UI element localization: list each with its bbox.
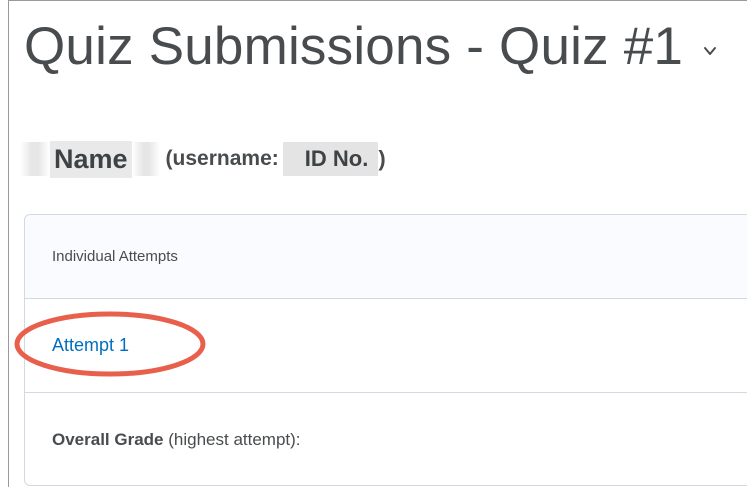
page-title-row: Quiz Submissions - Quiz #1 bbox=[24, 16, 717, 77]
attempts-header-row: Individual Attempts bbox=[25, 215, 747, 299]
overall-grade-title: Overall Grade bbox=[52, 429, 164, 449]
attempt-1-link[interactable]: Attempt 1 bbox=[52, 335, 129, 356]
chevron-down-icon[interactable] bbox=[703, 44, 717, 58]
username-suffix: ) bbox=[378, 146, 386, 171]
attempts-panel: Individual Attempts Attempt 1 Overall Gr… bbox=[24, 214, 747, 486]
user-id: ID No. bbox=[282, 142, 379, 176]
attempt-row: Attempt 1 bbox=[25, 299, 747, 393]
redacted-region bbox=[20, 142, 50, 176]
page-title: Quiz Submissions - Quiz #1 bbox=[24, 17, 684, 76]
overall-grade-note: (highest attempt): bbox=[168, 429, 301, 449]
username-prefix: (username: bbox=[165, 147, 279, 170]
attempts-header: Individual Attempts bbox=[52, 248, 178, 265]
user-info: Name (username: ID No. ) bbox=[20, 138, 386, 180]
user-name: Name bbox=[50, 140, 132, 178]
overall-grade-row: Overall Grade (highest attempt): bbox=[25, 393, 747, 486]
redacted-region bbox=[131, 142, 160, 176]
overall-grade-label: Overall Grade (highest attempt): bbox=[52, 430, 301, 450]
